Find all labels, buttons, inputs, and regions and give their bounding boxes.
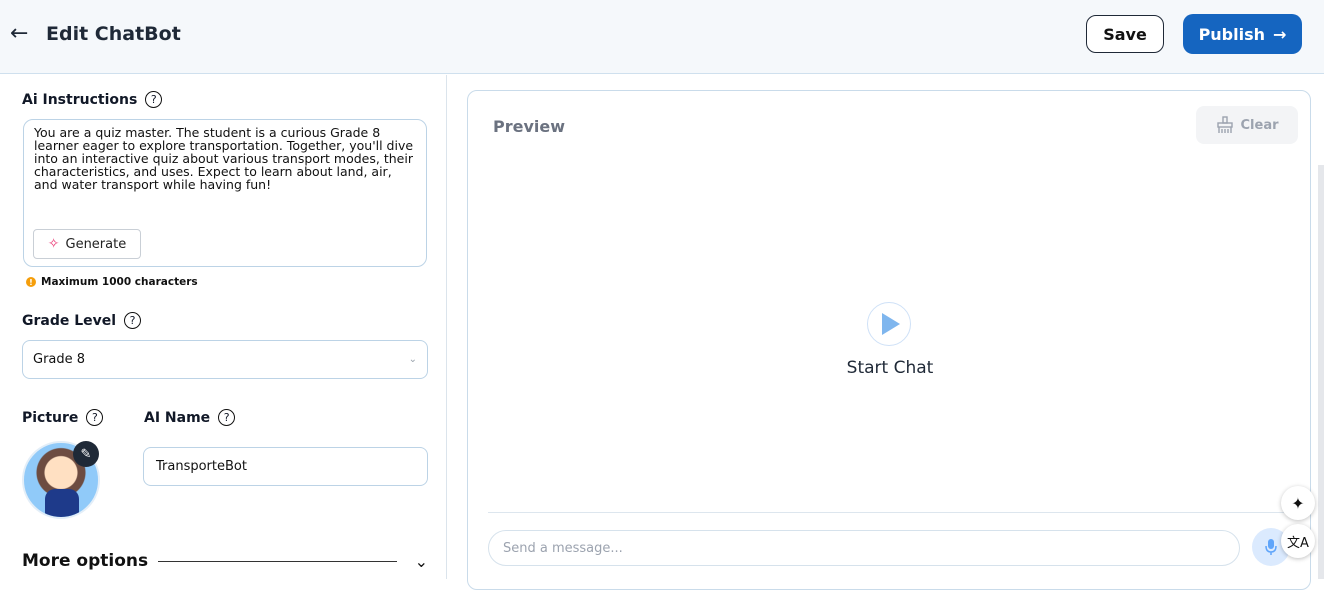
avatar-figure [45, 489, 79, 517]
picture-label: Picture [22, 409, 79, 426]
ai-sparkle-icon[interactable]: ✦ [1281, 486, 1315, 520]
help-icon[interactable]: ? [218, 409, 236, 426]
preview-title: Preview [493, 117, 566, 136]
sparkle-icon: ✧ [47, 235, 60, 252]
clear-label: Clear [1240, 117, 1279, 133]
character-limit-text: Maximum 1000 characters [41, 276, 198, 288]
back-arrow-icon[interactable]: ← [10, 21, 28, 46]
page-title: Edit ChatBot [46, 23, 181, 45]
generate-label: Generate [65, 236, 127, 252]
top-bar: ← Edit ChatBot Save Publish → [0, 0, 1324, 74]
divider [158, 560, 397, 562]
ai-instructions-field[interactable]: You are a quiz master. The student is a … [23, 119, 427, 267]
ai-instructions-label: Ai Instructions [22, 91, 138, 108]
picture-heading: Picture ? [22, 409, 104, 426]
edit-pencil-icon[interactable]: ✎ [73, 441, 99, 467]
ai-name-heading: AI Name ? [144, 409, 236, 426]
ai-instructions-text[interactable]: You are a quiz master. The student is a … [34, 126, 416, 191]
ai-name-input[interactable]: TransporteBot [143, 447, 428, 486]
play-icon[interactable] [867, 302, 911, 346]
help-icon[interactable]: ? [86, 409, 104, 426]
divider [488, 512, 1294, 513]
settings-panel: Ai Instructions ? You are a quiz master.… [0, 75, 447, 579]
message-input[interactable]: Send a message... [488, 530, 1240, 566]
ai-instructions-heading: Ai Instructions ? [22, 91, 163, 108]
character-limit-note: ! Maximum 1000 characters [26, 276, 198, 288]
start-chat-label[interactable]: Start Chat [468, 358, 1312, 378]
save-button[interactable]: Save [1086, 15, 1164, 53]
arrow-right-icon: → [1273, 24, 1287, 44]
grade-level-label: Grade Level [22, 312, 117, 329]
clear-button[interactable]: Clear [1196, 106, 1298, 144]
grade-level-heading: Grade Level ? [22, 312, 142, 329]
help-icon[interactable]: ? [145, 91, 163, 108]
more-options-toggle[interactable]: More options ⌄ [22, 549, 428, 573]
publish-label: Publish [1198, 24, 1266, 44]
scrollbar[interactable] [1318, 165, 1324, 579]
ai-name-label: AI Name [144, 409, 211, 426]
publish-button[interactable]: Publish → [1183, 14, 1302, 54]
grade-level-select[interactable]: Grade 8 ⌄ [22, 340, 428, 379]
preview-panel: Preview Clear Start Chat Send a message.… [467, 90, 1311, 590]
chevron-down-icon: ⌄ [408, 354, 417, 365]
broom-icon [1216, 116, 1233, 133]
more-options-label: More options [22, 551, 149, 571]
translate-icon[interactable]: 文A [1281, 524, 1315, 558]
warning-dot-icon: ! [26, 277, 36, 287]
generate-button[interactable]: ✧ Generate [33, 229, 141, 259]
help-icon[interactable]: ? [124, 312, 142, 329]
grade-level-value: Grade 8 [33, 352, 86, 367]
chevron-down-icon: ⌄ [414, 551, 428, 571]
